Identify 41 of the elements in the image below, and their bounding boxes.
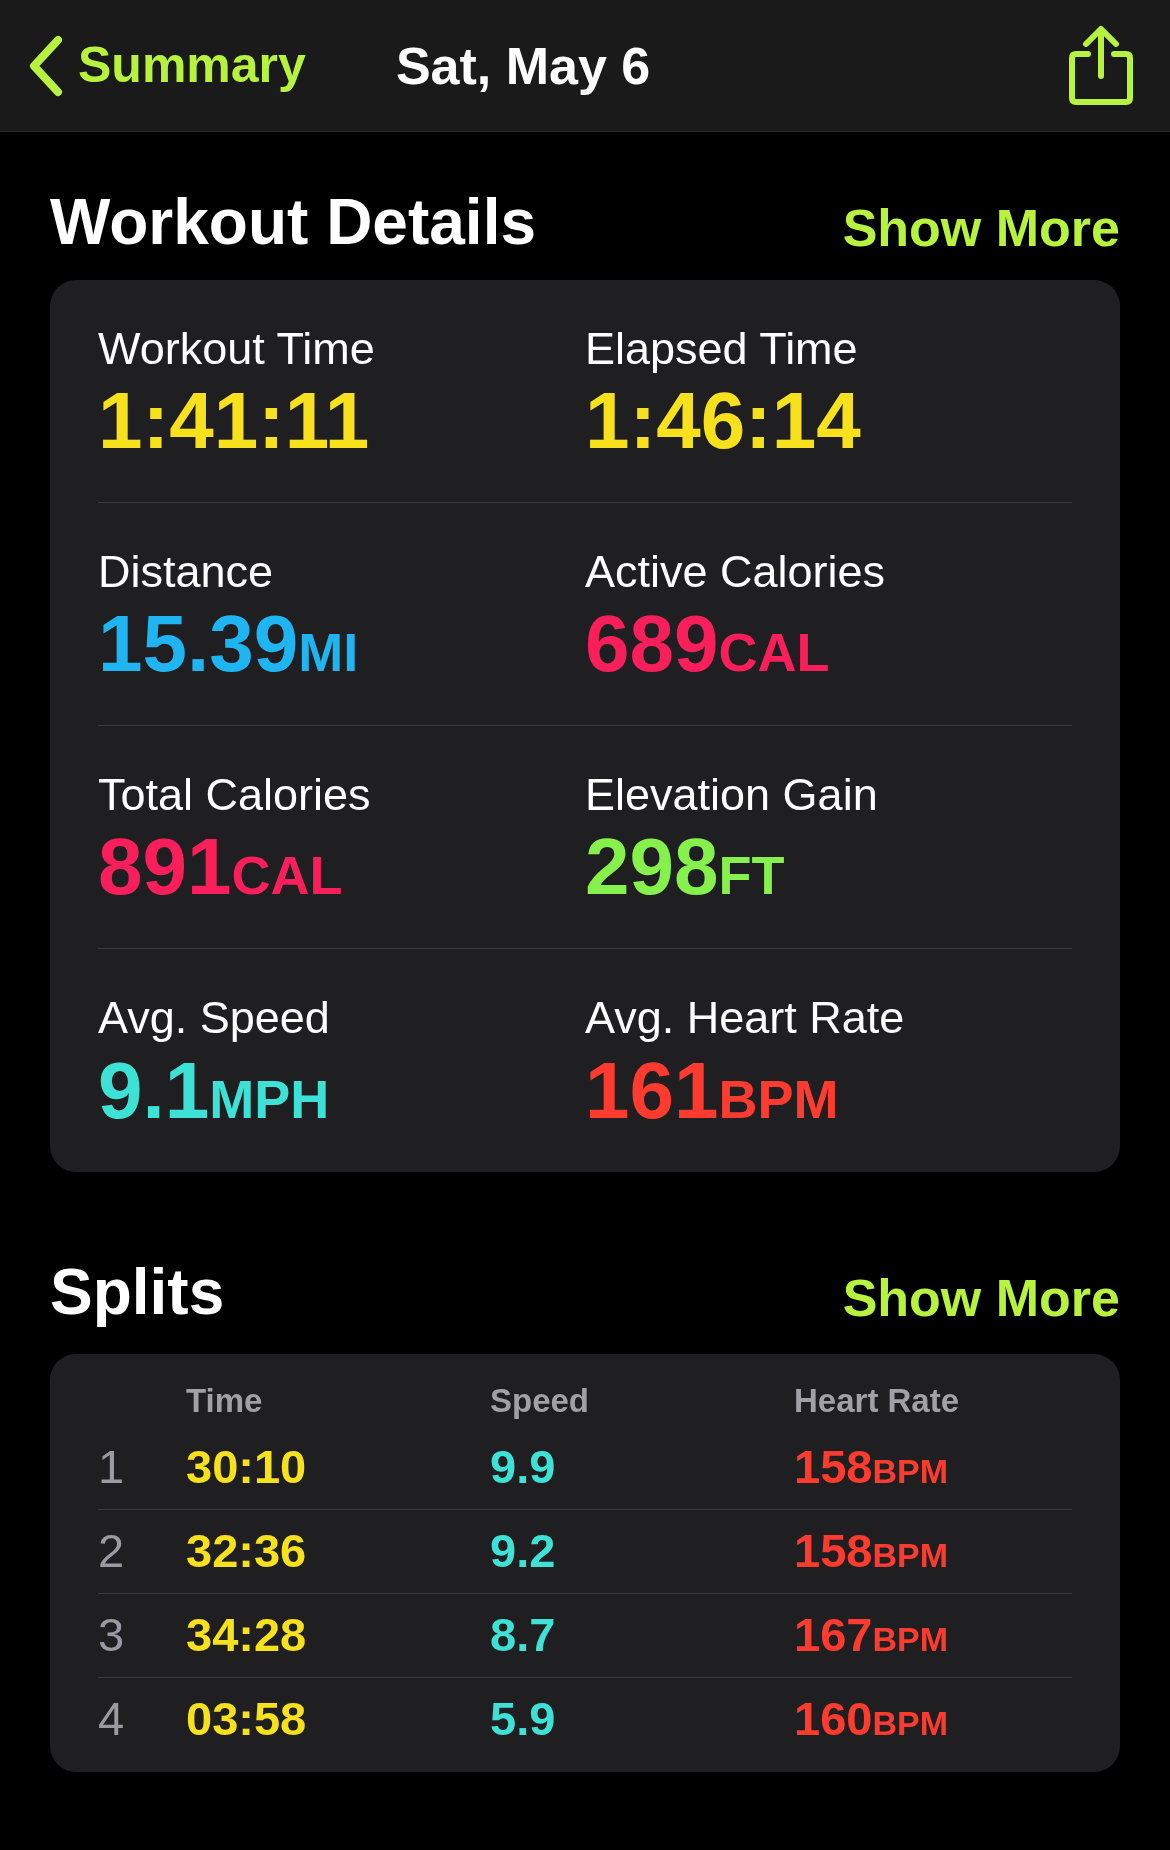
split-speed: 8.7	[490, 1606, 557, 1663]
metric-value: 1:46:14	[585, 381, 862, 462]
metric-value: 689CAL	[585, 604, 831, 685]
split-number: 2	[98, 1522, 126, 1579]
split-heart-rate: 158BPM	[794, 1438, 949, 1495]
split-heart-rate: 158BPM	[794, 1522, 949, 1579]
metric-label: Avg. Speed	[98, 991, 331, 1046]
column-header: Heart Rate	[794, 1381, 961, 1421]
split-speed: 9.2	[490, 1522, 557, 1579]
split-time: 03:58	[186, 1691, 308, 1748]
metric-value: 1:41:11	[98, 381, 371, 462]
page-title: Sat, May 6	[395, 35, 651, 97]
split-time: 32:36	[186, 1522, 308, 1579]
split-speed: 9.9	[490, 1438, 557, 1495]
split-speed: 5.9	[490, 1691, 557, 1748]
section-title: Workout Details	[50, 190, 536, 254]
split-heart-rate: 167BPM	[794, 1606, 949, 1663]
show-more-link[interactable]: Show More	[842, 202, 1120, 254]
metric-label: Distance	[98, 544, 275, 599]
split-number: 1	[98, 1438, 126, 1495]
show-more-link[interactable]: Show More	[842, 1272, 1120, 1324]
metric-value: 15.39MI	[98, 604, 360, 685]
split-number: 4	[98, 1691, 126, 1748]
metric-value: 891CAL	[98, 827, 344, 908]
metric-label: Elapsed Time	[585, 321, 859, 376]
split-number: 3	[98, 1606, 126, 1663]
back-button[interactable]: Summary	[26, 28, 306, 103]
split-time: 34:28	[186, 1606, 308, 1663]
metric-value: 9.1MPH	[98, 1050, 331, 1131]
share-button[interactable]	[1066, 23, 1136, 108]
metric-label: Workout Time	[98, 321, 376, 376]
metric-label: Total Calories	[98, 767, 372, 822]
column-header: Time	[186, 1381, 264, 1421]
split-heart-rate: 160BPM	[794, 1691, 949, 1748]
metric-value: 161BPM	[585, 1050, 840, 1131]
column-header: Speed	[490, 1381, 591, 1421]
metric-label: Active Calories	[585, 544, 887, 599]
metric-value: 298FT	[585, 827, 786, 908]
metric-label: Elevation Gain	[585, 767, 879, 822]
metric-label: Avg. Heart Rate	[585, 991, 906, 1046]
split-time: 30:10	[186, 1438, 308, 1495]
